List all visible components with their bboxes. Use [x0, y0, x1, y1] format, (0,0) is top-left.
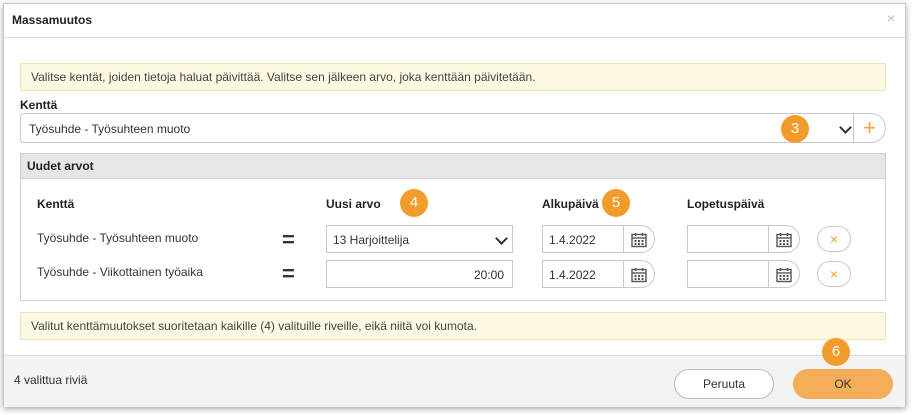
calendar-icon	[631, 233, 647, 248]
info-banner-top: Valitse kentät, joiden tietoja haluat pä…	[20, 63, 886, 91]
column-header-field: Kenttä	[37, 197, 75, 211]
step-badge-6: 6	[822, 338, 850, 366]
step-badge-4: 4	[400, 189, 428, 217]
step-badge-5: 5	[602, 189, 630, 217]
row-1-end-date-calendar-button[interactable]	[768, 225, 800, 253]
column-header-new-value: Uusi arvo	[326, 197, 381, 211]
calendar-icon	[631, 268, 647, 283]
column-header-end-date: Lopetuspäivä	[687, 197, 765, 211]
row-1-new-value: 13 Harjoittelija	[333, 233, 410, 247]
dialog-title: Massamuutos	[12, 13, 93, 27]
row-2-new-value: 20:00	[473, 268, 504, 282]
close-icon[interactable]: ×	[887, 10, 895, 26]
mass-change-dialog: Massamuutos × Valitse kentät, joiden tie…	[3, 3, 906, 407]
cancel-button[interactable]: Peruuta	[674, 369, 774, 399]
add-field-button[interactable]: +	[853, 113, 886, 143]
row-1-remove-button[interactable]: ×	[817, 226, 851, 252]
row-2-field: Työsuhde - Viikottainen työaika	[37, 265, 203, 279]
row-2-remove-button[interactable]: ×	[817, 261, 851, 287]
row-2-start-date: 1.4.2022	[549, 268, 596, 282]
row-1-start-date: 1.4.2022	[549, 233, 596, 247]
row-1-start-date-calendar-button[interactable]	[623, 225, 655, 253]
chevron-down-icon	[495, 232, 508, 245]
remove-icon: ×	[829, 231, 839, 247]
row-1-field: Työsuhde - Työsuhteen muoto	[37, 231, 199, 245]
plus-icon: +	[863, 115, 876, 140]
panel-title: Uudet arvot	[27, 159, 94, 173]
field-select[interactable]: Työsuhde - Työsuhteen muoto	[20, 113, 854, 143]
ok-button[interactable]: OK	[793, 369, 893, 399]
row-2-equals: =	[282, 261, 295, 286]
new-values-panel: Uudet arvot Kenttä Uusi arvo Alkupäivä L…	[20, 153, 886, 301]
row-1-new-value-select[interactable]: 13 Harjoittelija	[326, 225, 513, 253]
column-header-start-date: Alkupäivä	[542, 197, 599, 211]
row-1-start-date-input[interactable]: 1.4.2022	[542, 225, 624, 253]
row-2-end-date-input[interactable]	[687, 260, 769, 288]
remove-icon: ×	[829, 266, 839, 282]
row-2-new-value-input[interactable]: 20:00	[326, 260, 513, 288]
info-banner-bottom: Valitut kenttämuutokset suoritetaan kaik…	[20, 312, 886, 340]
row-2-start-date-calendar-button[interactable]	[623, 260, 655, 288]
row-1-equals: =	[282, 227, 295, 252]
step-badge-3: 3	[781, 115, 809, 143]
dialog-titlebar: Massamuutos ×	[4, 4, 905, 38]
field-label: Kenttä	[20, 98, 58, 112]
row-2-start-date-input[interactable]: 1.4.2022	[542, 260, 624, 288]
dialog-footer: 4 valittua riviä Peruuta OK	[4, 355, 905, 407]
row-1-end-date-input[interactable]	[687, 225, 769, 253]
panel-header: Uudet arvot	[21, 154, 885, 179]
calendar-icon	[776, 268, 792, 283]
chevron-down-icon	[839, 121, 852, 134]
calendar-icon	[776, 233, 792, 248]
selected-rows-count: 4 valittua riviä	[14, 373, 88, 387]
row-2-end-date-calendar-button[interactable]	[768, 260, 800, 288]
field-select-value: Työsuhde - Työsuhteen muoto	[29, 122, 191, 136]
